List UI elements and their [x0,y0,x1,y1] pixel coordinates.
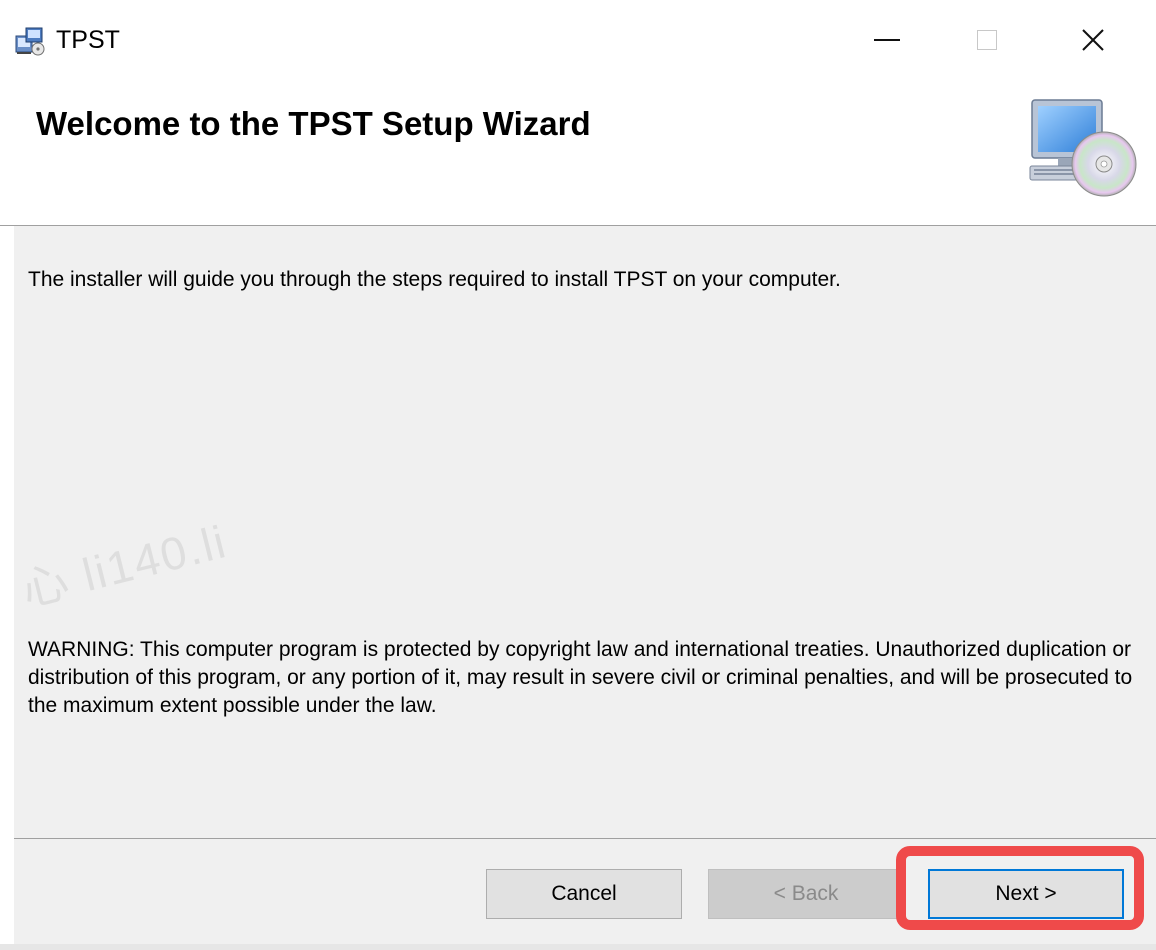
installer-icon [15,27,45,56]
title-bar: TPST [0,0,1156,80]
next-button[interactable]: Next > [928,869,1124,919]
page-title: Welcome to the TPST Setup Wizard [36,105,591,142]
back-button[interactable]: < Back [708,869,904,919]
intro-text: The installer will guide you through the… [28,268,841,291]
copyright-warning: WARNING: This computer program is protec… [28,638,1133,717]
minimize-button[interactable] [842,0,932,80]
computer-cd-icon [1029,99,1137,197]
minimize-icon [874,39,900,41]
close-button[interactable] [1048,0,1138,80]
maximize-button[interactable] [942,0,1032,80]
window-title: TPST [56,26,120,54]
bottom-edge [0,944,1156,950]
close-icon [1082,29,1104,51]
wizard-body: The installer will guide you through the… [14,226,1156,838]
setup-wizard-window: TPST Welcome to the TPST Setup Wizard Th… [0,0,1156,950]
cancel-button[interactable]: Cancel [486,869,682,919]
wizard-footer: Cancel < Back Next > [14,838,1156,950]
wizard-banner: Welcome to the TPST Setup Wizard [0,80,1156,226]
watermark: 心 li140.li [16,515,232,617]
maximize-icon [977,30,997,50]
